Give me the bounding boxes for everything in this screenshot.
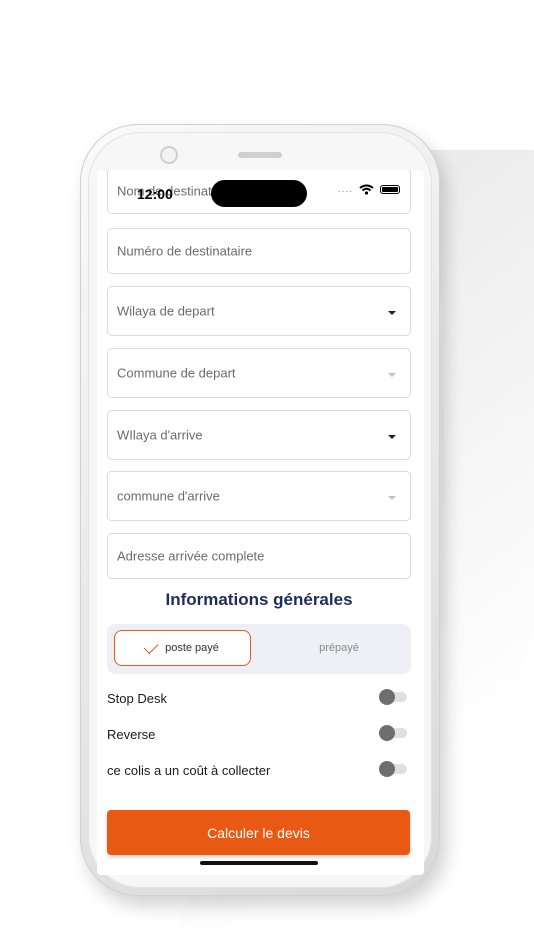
switch-knob [379, 761, 395, 777]
field-label: Adresse arrivée complete [117, 548, 265, 564]
speaker-grille [238, 152, 282, 158]
dynamic-island [211, 180, 307, 207]
arrival-wilaya-select[interactable]: WIlaya d'arrive [107, 410, 411, 460]
payment-type-segment: poste payé prépayé [107, 624, 411, 674]
toggle-label: ce colis a un coût à collecter [107, 763, 271, 778]
home-indicator[interactable] [200, 861, 318, 865]
option-poste-paye[interactable]: poste payé [114, 630, 251, 666]
chevron-down-icon [388, 373, 396, 377]
calculate-quote-button[interactable]: Calculer le devis [107, 810, 410, 855]
departure-commune-select[interactable]: Commune de depart [107, 348, 411, 398]
recipient-phone-field[interactable]: Numéro de destinataire [107, 228, 411, 274]
app-screen: 12:00 .... Nom de destinataire Numéro de… [97, 170, 424, 875]
chevron-down-icon [388, 311, 396, 315]
field-label: Wilaya de depart [117, 303, 215, 319]
volume-button [440, 300, 444, 348]
field-label: commune d'arrive [117, 488, 220, 504]
stop-desk-switch[interactable] [379, 689, 407, 705]
power-button [440, 406, 444, 506]
arrival-address-field[interactable]: Adresse arrivée complete [107, 533, 411, 579]
option-prepaye[interactable]: prépayé [283, 630, 395, 666]
signal-dots: .... [337, 184, 353, 195]
reverse-switch[interactable] [379, 725, 407, 741]
status-time: 12:00 [137, 186, 173, 202]
switch-knob [379, 725, 395, 741]
check-icon [143, 639, 159, 655]
status-icons: .... [338, 184, 400, 195]
section-title: Informations générales [165, 590, 353, 609]
arrival-commune-select[interactable]: commune d'arrive [107, 471, 411, 521]
chevron-down-icon [388, 435, 396, 439]
front-camera-icon [160, 146, 178, 164]
switch-knob [379, 689, 395, 705]
field-label: Numéro de destinataire [117, 243, 253, 259]
field-label: WIlaya d'arrive [117, 427, 203, 443]
collect-cost-switch[interactable] [379, 761, 407, 777]
collect-cost-row: ce colis a un coût à collecter [107, 760, 411, 782]
chevron-down-icon [388, 496, 396, 500]
toggle-label: Reverse [107, 727, 156, 742]
reverse-row: Reverse [107, 724, 411, 746]
wifi-icon [359, 184, 374, 195]
departure-wilaya-select[interactable]: Wilaya de depart [107, 286, 411, 336]
stop-desk-row: Stop Desk [107, 688, 411, 710]
battery-icon [380, 185, 400, 194]
field-label: Commune de depart [117, 365, 236, 381]
option-label: poste payé [165, 642, 219, 654]
toggle-label: Stop Desk [107, 691, 167, 706]
